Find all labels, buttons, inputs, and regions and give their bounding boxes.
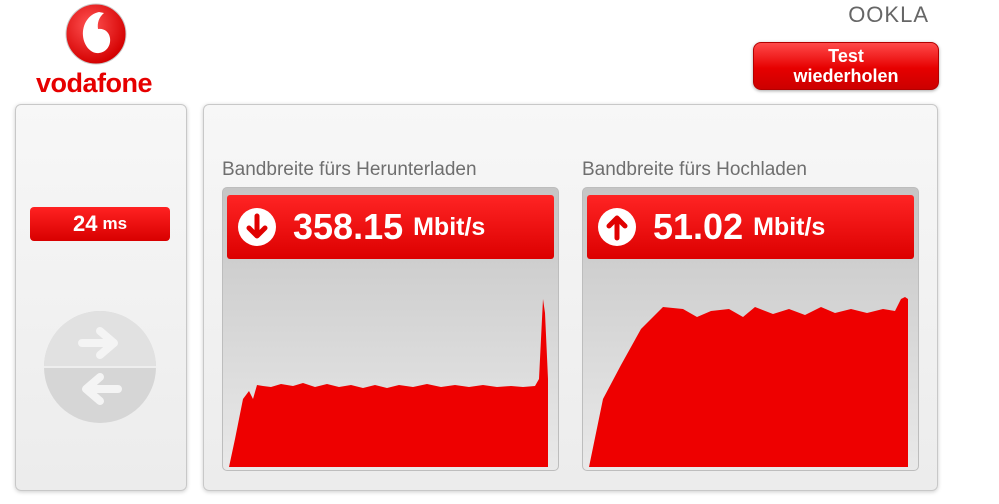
- retest-button[interactable]: Test wiederholen: [753, 42, 939, 90]
- upload-graph-box: 51.02 Mbit/s: [582, 187, 919, 471]
- ping-panel: [15, 104, 187, 491]
- retest-button-label-line2: wiederholen: [793, 66, 899, 86]
- ping-value: 24: [72, 211, 98, 236]
- arrow-down-icon: [238, 208, 276, 246]
- brand-name: vodafone: [35, 68, 153, 98]
- download-speed-unit: Mbit/s: [413, 212, 486, 241]
- upload-speed-value: 51.02: [653, 206, 744, 247]
- vodafone-speechmark-icon: [65, 3, 127, 65]
- ookla-logo: OOKLA: [848, 2, 929, 27]
- upload-speed-header: 51.02 Mbit/s: [587, 195, 914, 259]
- ping-unit: ms: [102, 214, 128, 233]
- download-speed-header: 358.15 Mbit/s: [227, 195, 554, 259]
- ping-badge: 24 ms: [30, 207, 170, 241]
- download-speed-value: 358.15: [293, 206, 404, 247]
- upload-speed-unit: Mbit/s: [753, 212, 826, 241]
- download-graph-box: 358.15 Mbit/s: [222, 187, 559, 471]
- upload-graph: [589, 297, 908, 467]
- transfer-arrows-icon: [44, 311, 156, 423]
- download-graph: [229, 299, 548, 467]
- vodafone-logo: vodafone: [24, 2, 164, 98]
- arrow-up-icon: [598, 208, 636, 246]
- download-title: Bandbreite fürs Herunterladen: [222, 159, 477, 180]
- upload-title: Bandbreite fürs Hochladen: [582, 159, 807, 180]
- retest-button-label-line1: Test: [828, 46, 864, 66]
